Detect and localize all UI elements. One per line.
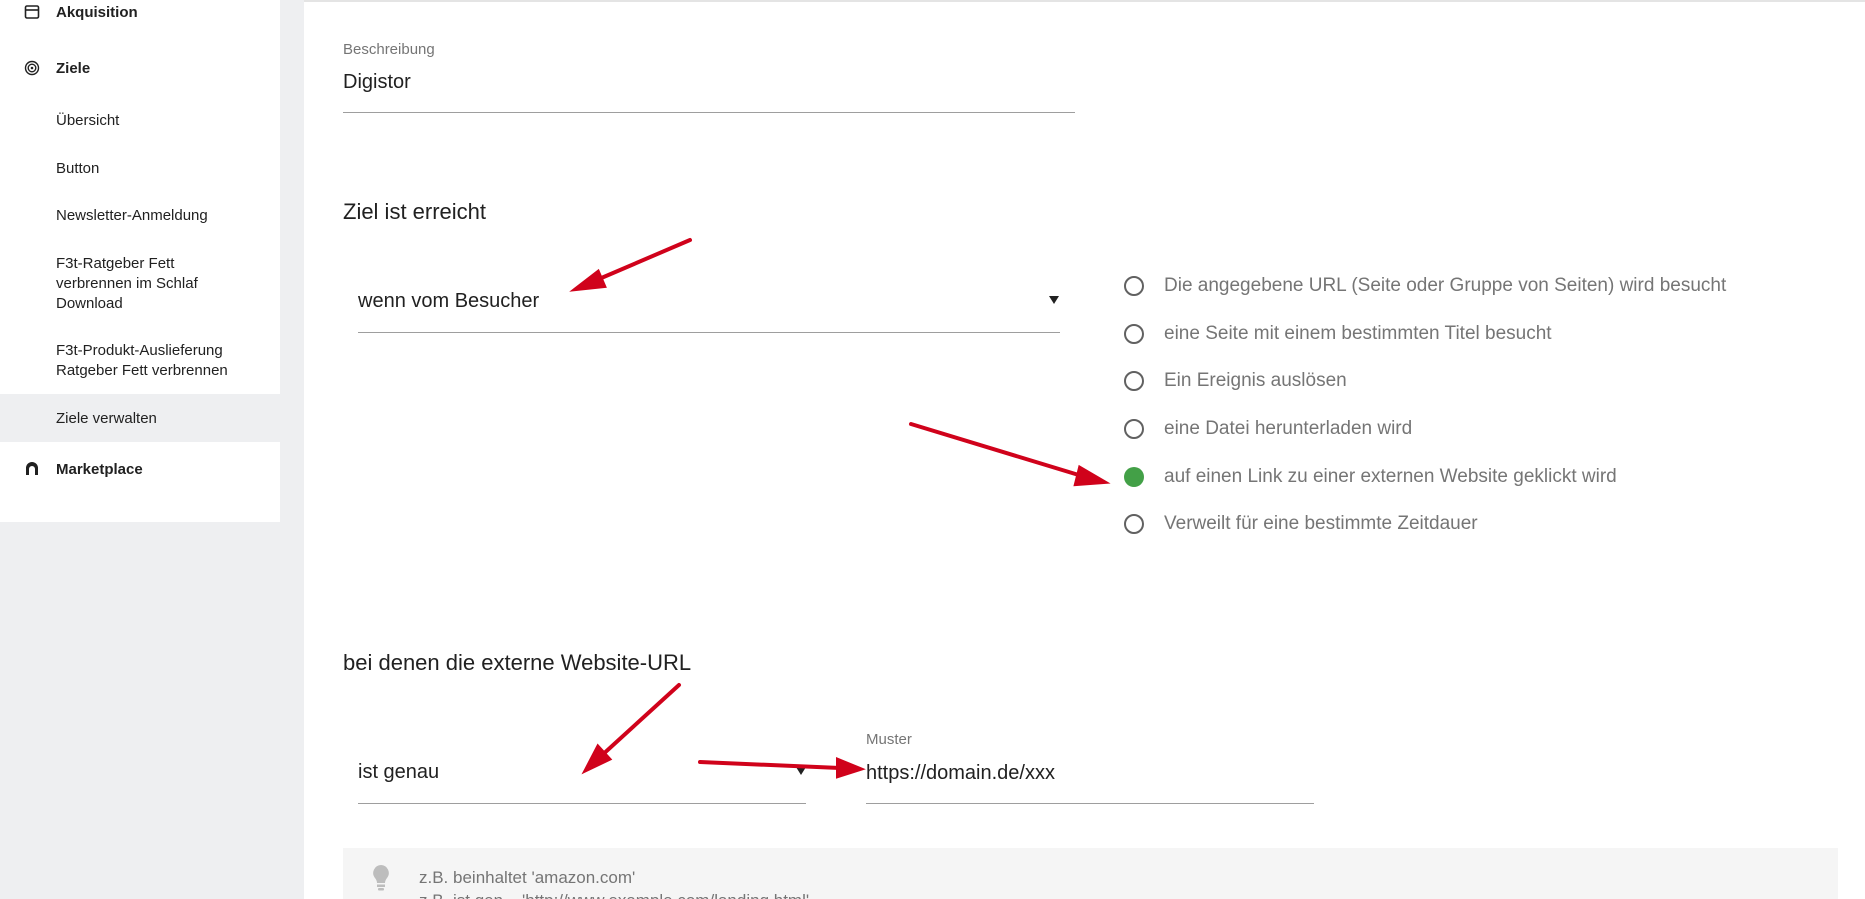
sidebar-item-marketplace[interactable]: Marketplace: [56, 460, 143, 480]
radio-circle[interactable]: [1124, 276, 1144, 296]
sidebar: Akquisition Ziele Übersicht Button Newsl…: [0, 0, 280, 899]
sidebar-item-button[interactable]: Button: [56, 159, 99, 179]
external-url-title: bei denen die externe Website-URL: [343, 650, 692, 675]
radio-label: eine Seite mit einem bestimmten Titel be…: [1164, 323, 1552, 344]
trigger-select[interactable]: wenn vom Besucher: [358, 290, 539, 313]
chevron-down-icon[interactable]: [1049, 296, 1059, 304]
trigger-select-underline: [358, 332, 1060, 333]
radio-label: auf einen Link zu einer externen Website…: [1164, 466, 1617, 487]
sidebar-item-newsletter[interactable]: Newsletter-Anmeldung: [56, 206, 208, 226]
sidebar-item-produkt-auslieferung[interactable]: F3t-Produkt-Auslieferung Ratgeber Fett v…: [56, 341, 261, 381]
sidebar-item-akquisition[interactable]: Akquisition: [56, 3, 138, 23]
radio-circle[interactable]: [1124, 324, 1144, 344]
sidebar-item-ziele-verwalten[interactable]: Ziele verwalten: [56, 409, 157, 429]
target-icon: [24, 60, 40, 76]
marketplace-icon: [26, 462, 38, 475]
lightbulb-icon: [373, 865, 389, 891]
goal-reached-title: Ziel ist erreicht: [343, 199, 487, 224]
radio-circle[interactable]: [1124, 371, 1144, 391]
match-select[interactable]: ist genau: [358, 761, 439, 784]
pattern-underline: [866, 803, 1314, 804]
hint-text-1: z.B. beinhaltet 'amazon.com': [419, 868, 636, 887]
sidebar-gutter: [280, 0, 304, 899]
match-select-underline: [358, 803, 806, 804]
calendar-icon: [24, 5, 40, 19]
radio-label: eine Datei herunterladen wird: [1164, 418, 1413, 439]
pattern-label: Muster: [866, 731, 912, 748]
description-input[interactable]: Digistor: [343, 71, 411, 94]
radio-circle-checked[interactable]: [1124, 467, 1144, 487]
sidebar-item-ratgeber-download[interactable]: F3t-Ratgeber Fett verbrennen im Schlaf D…: [56, 254, 246, 314]
pattern-input[interactable]: https://domain.de/xxx: [866, 762, 1055, 785]
description-underline: [343, 112, 1075, 113]
sidebar-item-ziele[interactable]: Ziele: [56, 59, 90, 79]
radio-circle[interactable]: [1124, 419, 1144, 439]
chevron-down-icon[interactable]: [796, 767, 806, 775]
radio-label: Ein Ereignis auslösen: [1164, 370, 1347, 391]
radio-circle[interactable]: [1124, 514, 1144, 534]
goal-form: [304, 0, 1865, 899]
radio-label: Die angegebene URL (Seite oder Gruppe vo…: [1164, 275, 1727, 296]
description-label: Beschreibung: [343, 41, 435, 58]
radio-label: Verweilt für eine bestimmte Zeitdauer: [1164, 513, 1478, 534]
hint-text-2: z.B. ist gen... 'http://www.example.com/…: [419, 891, 809, 899]
sidebar-item-uebersicht[interactable]: Übersicht: [56, 111, 119, 131]
